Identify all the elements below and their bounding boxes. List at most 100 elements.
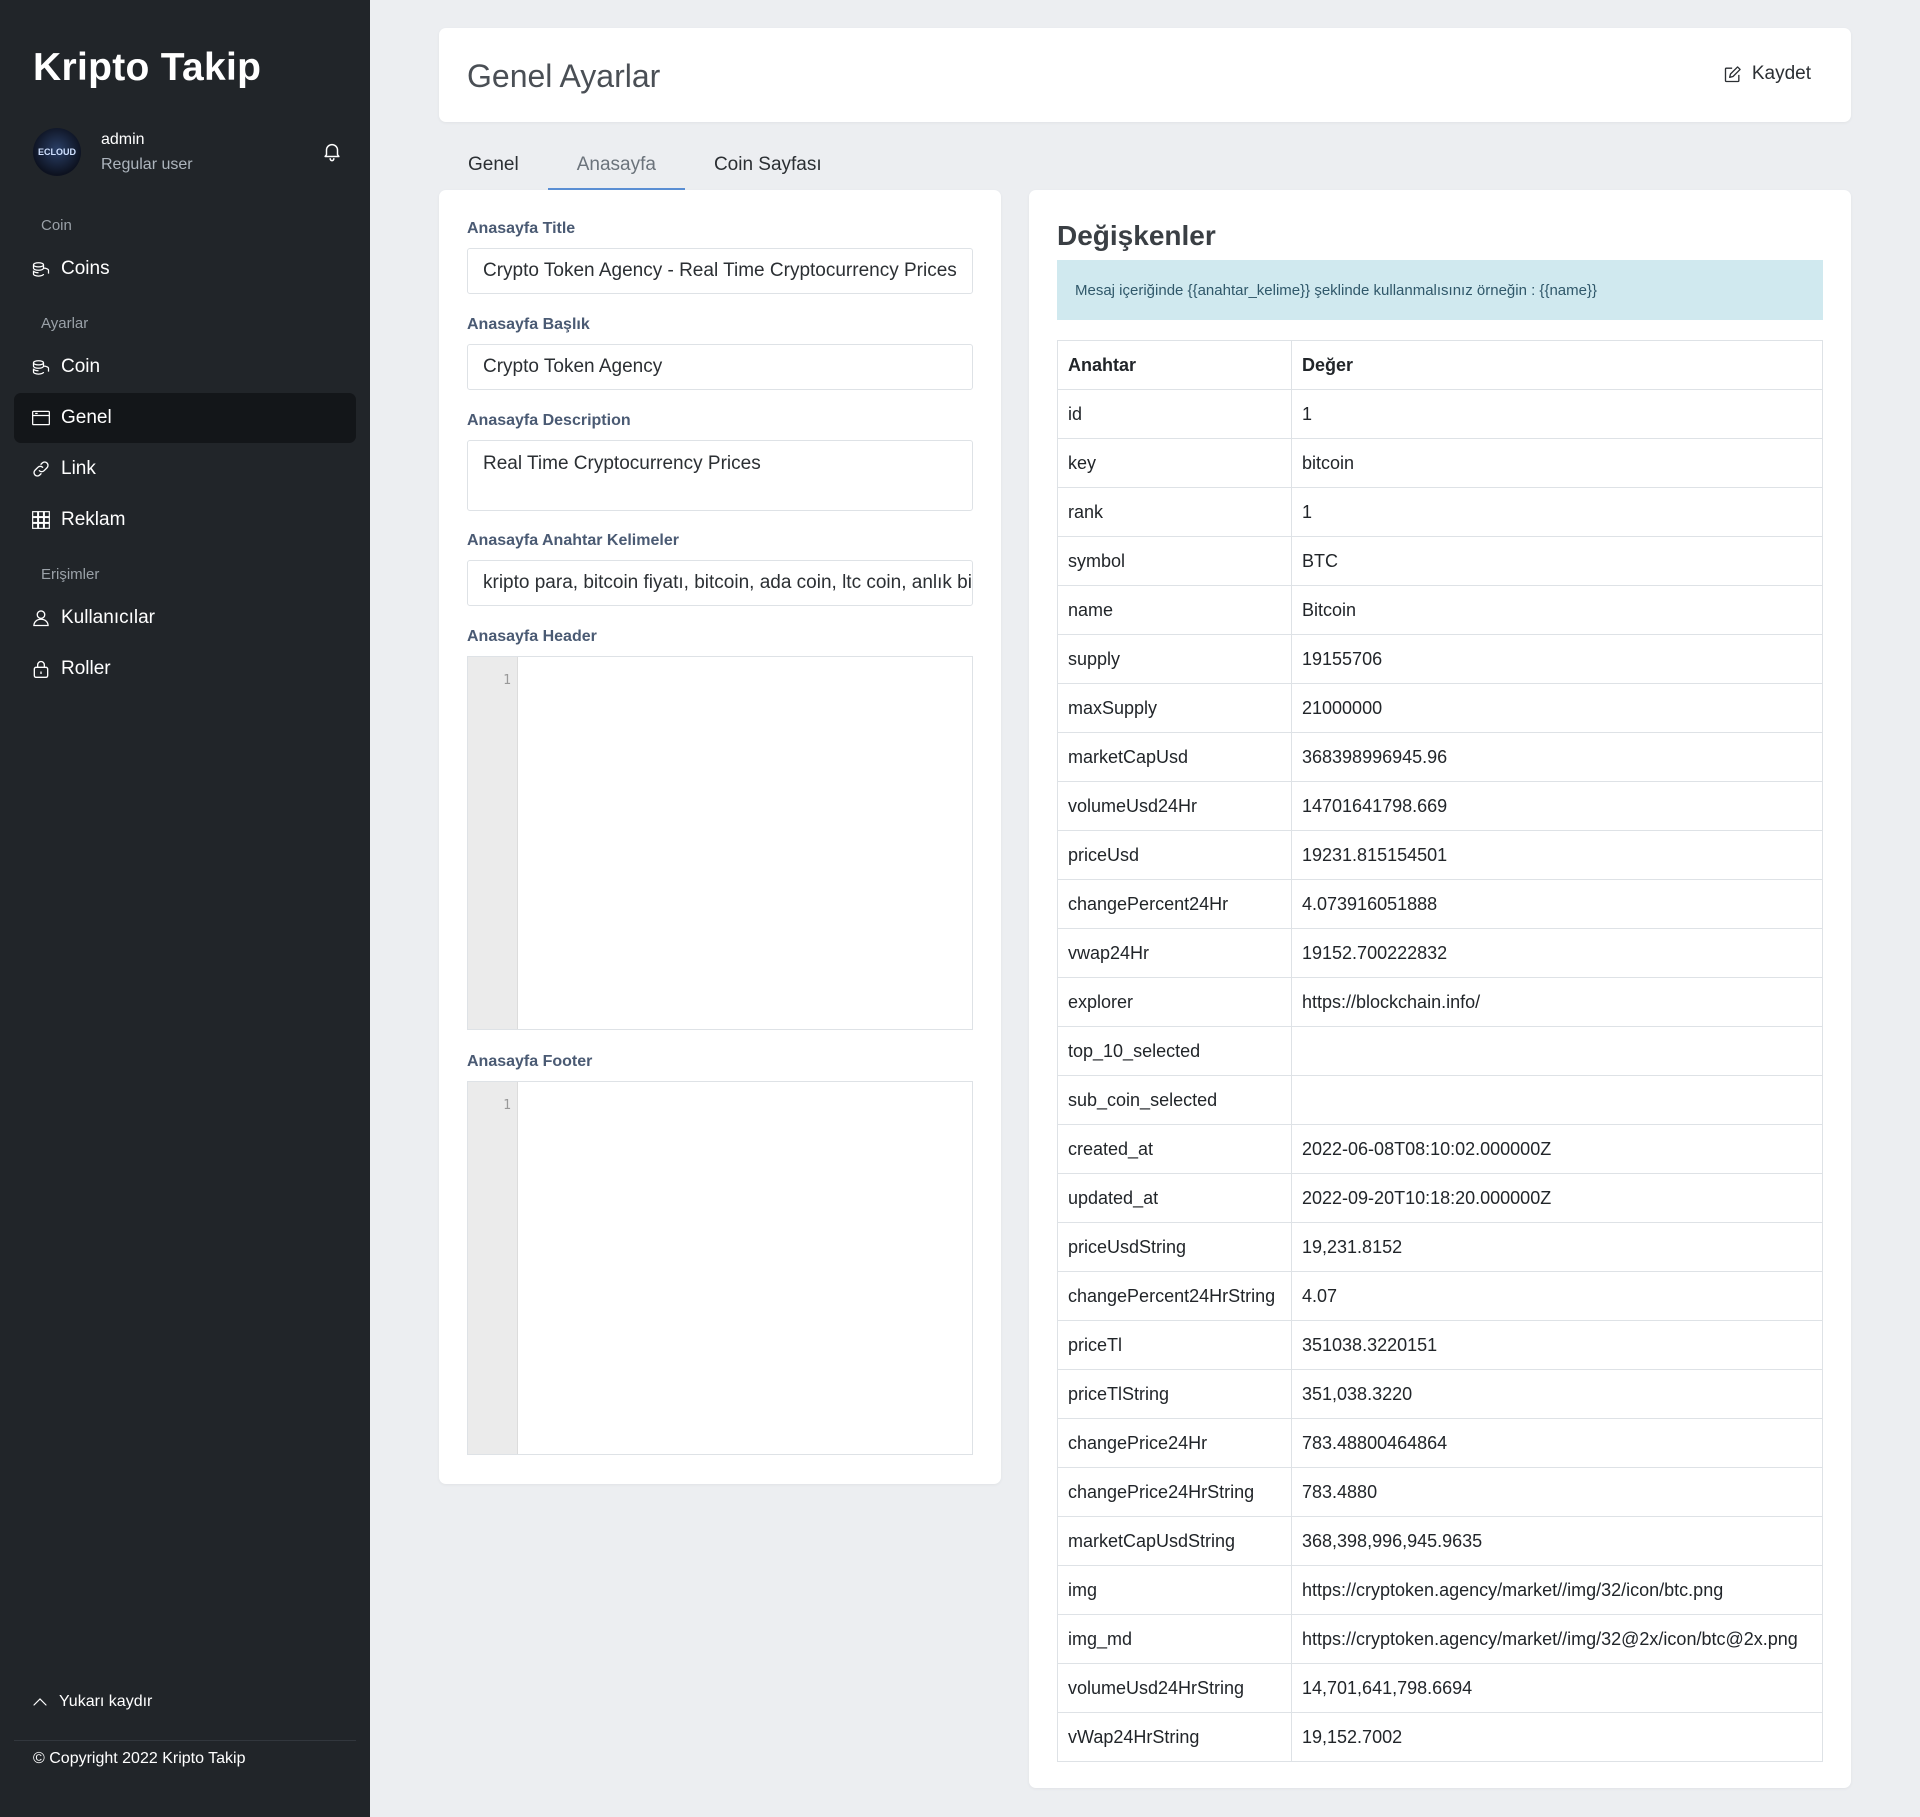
variable-key: priceTlString bbox=[1057, 1369, 1292, 1419]
table-row: priceTlString 351,038.3220 bbox=[1057, 1369, 1823, 1419]
variable-value: 19155706 bbox=[1291, 634, 1823, 684]
table-row: supply 19155706 bbox=[1057, 634, 1823, 684]
variable-value: 4.073916051888 bbox=[1291, 879, 1823, 929]
table-row: id 1 bbox=[1057, 389, 1823, 439]
header-code-editor[interactable]: 1 bbox=[467, 656, 973, 1030]
table-header-row: Anahtar Değer bbox=[1057, 340, 1823, 390]
line-number: 1 bbox=[503, 1098, 511, 1113]
sidebar-item-label: Kullanıcılar bbox=[61, 607, 155, 628]
page-title: Genel Ayarlar bbox=[467, 58, 661, 94]
footer-code-label: Anasayfa Footer bbox=[467, 1053, 593, 1070]
variable-key: vwap24Hr bbox=[1057, 928, 1292, 978]
table-row: changePrice24Hr 783.48800464864 bbox=[1057, 1418, 1823, 1468]
variable-key: changePrice24HrString bbox=[1057, 1467, 1292, 1517]
sidebar-item-coins[interactable]: Coins bbox=[14, 244, 356, 294]
form-card: Anasayfa Title Crypto Token Agency - Rea… bbox=[439, 190, 1001, 1484]
divider bbox=[14, 1740, 356, 1741]
tab-genel[interactable]: Genel bbox=[439, 148, 548, 190]
table-row: changePrice24HrString 783.4880 bbox=[1057, 1467, 1823, 1517]
sidebar-item-link[interactable]: Link bbox=[14, 444, 356, 494]
sidebar-item-label: Coins bbox=[61, 258, 110, 279]
sidebar-item-reklam[interactable]: Reklam bbox=[14, 495, 356, 545]
table-row: img_md https://cryptoken.agency/market//i… bbox=[1057, 1614, 1823, 1664]
variable-key: priceUsdString bbox=[1057, 1222, 1292, 1272]
sidebar-item-label: Roller bbox=[61, 658, 111, 679]
link-icon bbox=[33, 461, 49, 477]
variable-value: 1 bbox=[1291, 389, 1823, 439]
variable-key: top_10_selected bbox=[1057, 1026, 1292, 1076]
title-label: Anasayfa Title bbox=[467, 220, 576, 237]
description-label: Anasayfa Description bbox=[467, 412, 631, 429]
bell-icon[interactable] bbox=[321, 140, 343, 162]
variable-key: id bbox=[1057, 389, 1292, 439]
variable-key: img bbox=[1057, 1565, 1292, 1615]
line-gutter: 1 bbox=[468, 1082, 518, 1454]
table-row: key bitcoin bbox=[1057, 438, 1823, 488]
table-row: priceUsd 19231.815154501 bbox=[1057, 830, 1823, 880]
scroll-top-button[interactable]: Yukarı kaydır bbox=[31, 1693, 152, 1711]
description-textarea[interactable]: Real Time Cryptocurrency Prices bbox=[467, 440, 973, 511]
variable-value: BTC bbox=[1291, 536, 1823, 586]
variable-key: maxSupply bbox=[1057, 683, 1292, 733]
variable-value: 783.4880 bbox=[1291, 1467, 1823, 1517]
table-row: marketCapUsd 368398996945.96 bbox=[1057, 732, 1823, 782]
sidebar-item-genel[interactable]: Genel bbox=[14, 393, 356, 443]
variable-value: https://cryptoken.agency/market//img/32/… bbox=[1291, 1565, 1823, 1615]
sidebar-item-label: Reklam bbox=[61, 509, 126, 530]
variable-key: key bbox=[1057, 438, 1292, 488]
table-row: volumeUsd24HrString 14,701,641,798.6694 bbox=[1057, 1663, 1823, 1713]
table-row: changePercent24Hr 4.073916051888 bbox=[1057, 879, 1823, 929]
variable-value: 19,152.7002 bbox=[1291, 1712, 1823, 1762]
table-row: updated_at 2022-09-20T10:18:20.000000Z bbox=[1057, 1173, 1823, 1223]
table-row: volumeUsd24Hr 14701641798.669 bbox=[1057, 781, 1823, 831]
save-label: Kaydet bbox=[1751, 63, 1811, 84]
variable-value: 1 bbox=[1291, 487, 1823, 537]
brand-title[interactable]: Kripto Takip bbox=[33, 46, 261, 90]
avatar[interactable]: ECLOUD bbox=[33, 128, 81, 176]
table-row: top_10_selected bbox=[1057, 1026, 1823, 1076]
table-row: changePercent24HrString 4.07 bbox=[1057, 1271, 1823, 1321]
copyright: © Copyright 2022 Kripto Takip bbox=[33, 1750, 246, 1768]
table-body: id 1 key bitcoin rank 1 symbol BTC name Bitcoin su… bbox=[1057, 389, 1823, 1762]
variable-key: updated_at bbox=[1057, 1173, 1292, 1223]
table-row: rank 1 bbox=[1057, 487, 1823, 537]
title-input[interactable]: Crypto Token Agency - Real Time Cryptocu… bbox=[467, 248, 973, 294]
variable-value: 2022-09-20T10:18:20.000000Z bbox=[1291, 1173, 1823, 1223]
table-row: img https://cryptoken.agency/market//img/… bbox=[1057, 1565, 1823, 1615]
tab-coin-sayfasi[interactable]: Coin Sayfası bbox=[685, 148, 851, 190]
variable-key: volumeUsd24Hr bbox=[1057, 781, 1292, 831]
variable-value bbox=[1291, 1075, 1823, 1125]
sidebar: Kripto Takip ECLOUD admin Regular user C… bbox=[0, 0, 370, 1817]
variable-key: rank bbox=[1057, 487, 1292, 537]
table-row: created_at 2022-06-08T08:10:02.000000Z bbox=[1057, 1124, 1823, 1174]
sidebar-item-roller[interactable]: Roller bbox=[14, 644, 356, 694]
sidebar-item-coin[interactable]: Coin bbox=[14, 342, 356, 392]
variable-key: changePercent24Hr bbox=[1057, 879, 1292, 929]
variable-value: 19231.815154501 bbox=[1291, 830, 1823, 880]
tab-anasayfa[interactable]: Anasayfa bbox=[547, 148, 686, 190]
footer-code-editor[interactable]: 1 bbox=[467, 1081, 973, 1455]
copyright-brand[interactable]: Kripto Takip bbox=[162, 1750, 245, 1767]
edit-icon bbox=[1724, 66, 1741, 83]
sidebar-item-kullanicilar[interactable]: Kullanıcılar bbox=[14, 593, 356, 643]
grid-icon bbox=[32, 511, 50, 529]
variable-key: marketCapUsdString bbox=[1057, 1516, 1292, 1566]
table-row: vwap24Hr 19152.700222832 bbox=[1057, 928, 1823, 978]
user-role: Regular user bbox=[101, 156, 193, 173]
variable-key: changePercent24HrString bbox=[1057, 1271, 1292, 1321]
coins-icon bbox=[32, 262, 50, 277]
baslik-input[interactable]: Crypto Token Agency bbox=[467, 344, 973, 390]
variable-value bbox=[1291, 1026, 1823, 1076]
column-header-value: Değer bbox=[1291, 340, 1823, 390]
variables-table: Anahtar Değer id 1 key bitcoin rank 1 symbol BT… bbox=[1057, 340, 1823, 1762]
variable-value: 19152.700222832 bbox=[1291, 928, 1823, 978]
variables-card: Değişkenler Mesaj içeriğinde {{anahtar_k… bbox=[1029, 190, 1851, 1788]
lock-icon bbox=[33, 660, 49, 678]
save-button[interactable]: Kaydet bbox=[1723, 63, 1811, 85]
table-row: symbol BTC bbox=[1057, 536, 1823, 586]
variable-value: 14701641798.669 bbox=[1291, 781, 1823, 831]
sidebar-item-label: Genel bbox=[61, 407, 112, 428]
chevron-up-icon bbox=[33, 1698, 47, 1706]
user-name: admin bbox=[101, 131, 145, 148]
keywords-input[interactable]: kripto para, bitcoin fiyatı, bitcoin, ad… bbox=[467, 560, 973, 606]
